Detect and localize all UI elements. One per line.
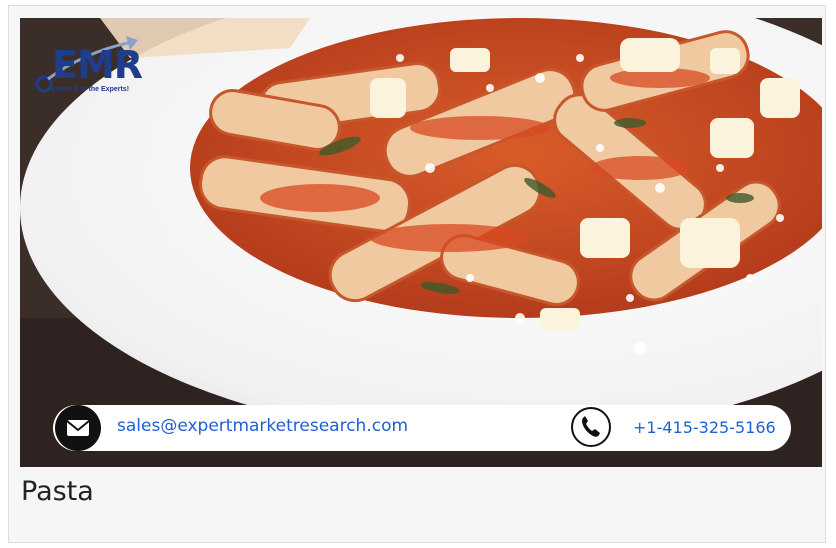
envelope-icon[interactable] [55, 405, 101, 451]
logo-tagline: Leave it to the Experts! [52, 86, 130, 93]
phone-link[interactable]: +1-415-325-5166 [633, 418, 776, 437]
product-title[interactable]: Pasta [21, 476, 94, 507]
logo-wordmark: EMR [52, 43, 143, 87]
phone-icon[interactable] [571, 407, 611, 447]
contact-bar: sales@expertmarketresearch.com +1-415-32… [53, 405, 791, 451]
hero-image[interactable]: EMR Leave it to the Experts! sales@exper… [20, 18, 822, 467]
email-link[interactable]: sales@expertmarketresearch.com [117, 416, 408, 436]
emr-logo: EMR Leave it to the Experts! [34, 32, 144, 102]
